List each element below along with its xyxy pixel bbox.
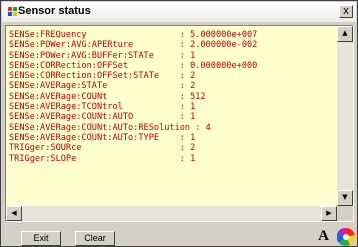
status-line: SENSe:AVERage:STATe : 2 [9, 81, 196, 92]
title-bar[interactable]: Sensor status x [2, 2, 356, 22]
arrow-up-icon[interactable]: ▲ [337, 26, 353, 42]
arrow-left-icon[interactable]: ◀ [6, 206, 22, 221]
sensor-status-icon [8, 7, 17, 16]
status-line: SENSe:CORRection:OFFSet:STATe : 2 [9, 71, 196, 82]
vertical-scrollbar[interactable]: ▲ ▼ [337, 26, 353, 206]
font-button[interactable]: A [315, 228, 332, 245]
status-line: SENSe:AVERage:COUNt:AUTo:TYPE : 1 [9, 132, 196, 143]
status-line: SENSe:AVERage:COUNt : 512 [9, 91, 206, 102]
clear-button[interactable]: Clear [75, 231, 115, 246]
status-line: SENSe:AVERage:TCONtrol : 1 [9, 102, 196, 113]
status-line: TRIGger:SLOPe : 1 [9, 153, 196, 164]
status-line: SENSe:AVERage:COUNt:AUTO : 1 [9, 112, 196, 123]
arrow-down-icon[interactable]: ▼ [337, 190, 353, 206]
status-line: SENSe:POWer:AVG:BUFFer:STATe : 1 [9, 50, 196, 61]
sensor-status-window: Sensor status x SENSe:FREQuency : 5.0000… [0, 0, 358, 247]
status-text-area[interactable]: SENSe:FREQuency : 5.000000e+007 SENSe:POW… [6, 26, 336, 206]
close-button[interactable]: x [339, 5, 353, 18]
color-wheel-icon[interactable] [337, 228, 355, 246]
horizontal-scrollbar[interactable]: ◀ ▶ [6, 206, 337, 221]
arrow-right-icon[interactable]: ▶ [321, 206, 337, 221]
status-line: TRIGger:SOURce : 2 [9, 143, 196, 154]
status-line: SENSe:CORRection:OFFSet : 0.000000e+000 [9, 60, 258, 71]
status-line: SENSe:AVERage:COUNt:AUTo:RESolution : 4 [9, 122, 211, 133]
exit-button[interactable]: Exit [21, 231, 61, 246]
window-title: Sensor status [18, 5, 91, 17]
status-line: SENSe:POWer:AVG:APERture : 2.000000e-002 [9, 40, 258, 51]
status-line: SENSe:FREQuency : 5.000000e+007 [9, 30, 258, 40]
scroll-corner [337, 206, 353, 221]
status-text-panel[interactable]: SENSe:FREQuency : 5.000000e+007 SENSe:POW… [5, 25, 354, 222]
